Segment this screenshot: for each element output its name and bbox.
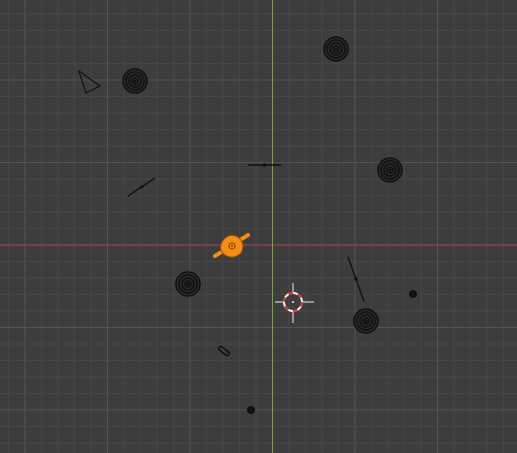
sphere-object[interactable] <box>323 36 349 62</box>
3d-viewport[interactable] <box>0 0 517 453</box>
sphere-object[interactable] <box>175 271 201 297</box>
dot-object[interactable] <box>409 290 417 298</box>
small-mesh-object[interactable] <box>218 345 230 357</box>
viewport-grid <box>0 0 517 453</box>
dot-object[interactable] <box>247 406 255 414</box>
3d-cursor[interactable] <box>275 283 314 323</box>
sphere-object[interactable] <box>377 157 403 183</box>
viewport-canvas[interactable] <box>0 0 517 453</box>
line-object[interactable] <box>248 163 281 167</box>
sphere-object[interactable] <box>353 308 379 334</box>
scene-objects <box>77 36 417 414</box>
line-object[interactable] <box>127 177 156 197</box>
selected-object[interactable] <box>213 233 250 258</box>
camera-object[interactable] <box>77 69 102 94</box>
sphere-object[interactable] <box>122 68 148 94</box>
